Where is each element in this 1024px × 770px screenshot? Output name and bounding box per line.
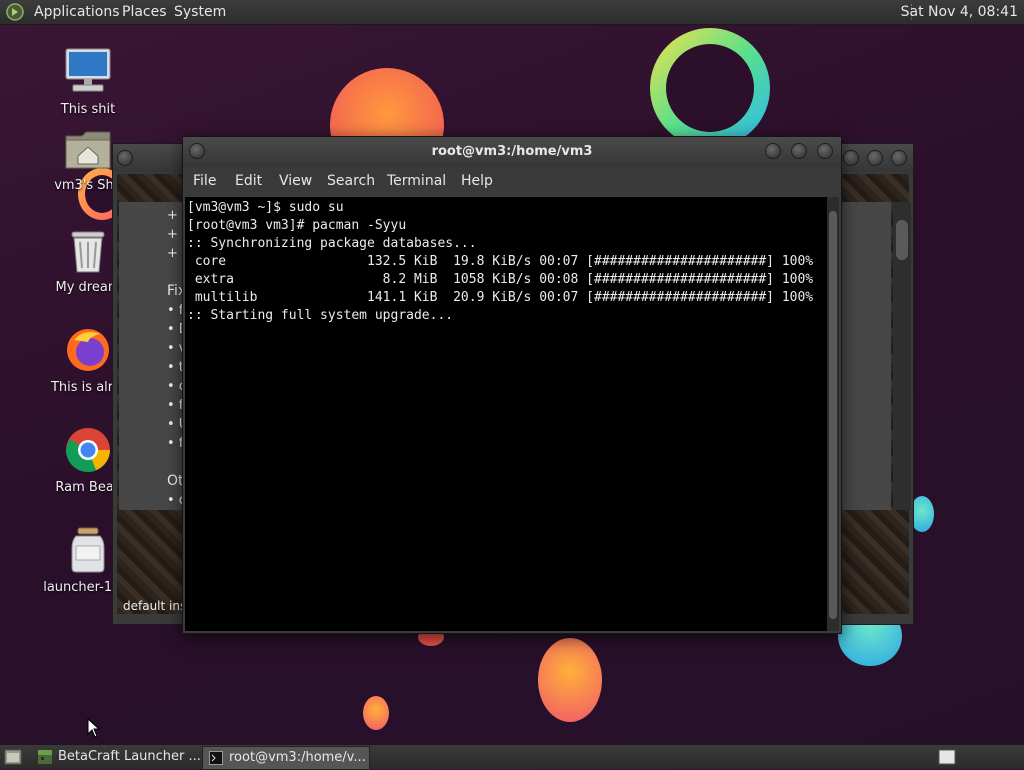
maximize-button[interactable] <box>791 143 807 159</box>
close-button[interactable] <box>817 143 833 159</box>
maximize-button[interactable] <box>867 150 883 166</box>
wallpaper-orange-oval <box>538 638 602 722</box>
firefox-icon <box>67 329 109 371</box>
computer-icon <box>65 48 111 92</box>
menu-applications[interactable]: Applications <box>34 4 120 20</box>
wallpaper-ring <box>650 28 770 148</box>
minimize-button[interactable] <box>765 143 781 159</box>
menu-search[interactable]: Search <box>327 173 375 189</box>
terminal-line: [root@vm3 vm3]# pacman -Syyu <box>187 218 407 233</box>
instance-label: default ins <box>123 599 187 613</box>
window-menu-button[interactable] <box>117 150 133 166</box>
bottom-panel: BetaCraft Launcher ... root@vm3:/home/v.… <box>0 744 1024 770</box>
scrollbar-thumb[interactable] <box>829 211 837 619</box>
jar-file-icon <box>71 527 105 573</box>
terminal-window[interactable]: root@vm3:/home/vm3 File Edit View Search… <box>182 136 842 634</box>
distro-logo-icon[interactable] <box>6 3 24 21</box>
menu-terminal[interactable]: Terminal <box>387 173 446 189</box>
menu-help[interactable]: Help <box>461 173 493 189</box>
desktop-icon-label: This shit <box>60 102 116 117</box>
taskbar-item-label: BetaCraft Launcher ... <box>58 749 201 764</box>
menu-places[interactable]: Places <box>122 4 167 20</box>
scrollbar-thumb[interactable] <box>896 220 908 260</box>
clock[interactable]: Sat Nov 4, 08:41 <box>901 4 1018 20</box>
workspace-switcher-icon[interactable] <box>938 749 956 765</box>
terminal-line: :: Synchronizing package databases... <box>187 236 477 251</box>
terminal-icon <box>209 751 223 765</box>
terminal-titlebar[interactable]: root@vm3:/home/vm3 <box>183 137 841 167</box>
window-menu-button[interactable] <box>189 143 205 159</box>
taskbar-item-terminal[interactable]: root@vm3:/home/v... <box>202 746 370 770</box>
wallpaper-small-oval <box>363 696 389 730</box>
terminal-line: core 132.5 KiB 19.8 KiB/s 00:07 [#######… <box>187 254 814 269</box>
menu-view[interactable]: View <box>279 173 312 189</box>
mouse-cursor-icon <box>87 718 101 738</box>
home-folder-icon <box>65 131 111 169</box>
desktop-icon-computer[interactable]: This shit <box>38 46 138 117</box>
close-button[interactable] <box>891 150 907 166</box>
menu-system[interactable]: System <box>174 4 226 20</box>
taskbar-item-label: root@vm3:/home/v... <box>229 750 366 765</box>
trash-icon <box>71 231 105 273</box>
taskbar-item-betacraft[interactable]: BetaCraft Launcher ... <box>32 746 224 768</box>
terminal-line: extra 8.2 MiB 1058 KiB/s 00:08 [########… <box>187 272 814 287</box>
terminal-line: multilib 141.1 KiB 20.9 KiB/s 00:07 [###… <box>187 290 814 305</box>
terminal-output[interactable]: [vm3@vm3 ~]$ sudo su [root@vm3 vm3]# pac… <box>185 197 827 631</box>
chrome-icon <box>66 428 110 472</box>
menu-file[interactable]: File <box>193 173 216 189</box>
top-panel: Applications Places System Sat Nov 4, 08… <box>0 0 1024 25</box>
show-desktop-icon[interactable] <box>4 749 22 765</box>
menu-edit[interactable]: Edit <box>235 173 262 189</box>
terminal-line: [vm3@vm3 ~]$ sudo su <box>187 200 344 215</box>
terminal-line: :: Starting full system upgrade... <box>187 308 454 323</box>
terminal-menubar: File Edit View Search Terminal Help <box>183 167 841 195</box>
window-title: root@vm3:/home/vm3 <box>431 144 593 159</box>
minimize-button[interactable] <box>843 150 859 166</box>
terminal-scrollbar[interactable] <box>827 197 839 631</box>
betacraft-icon <box>38 750 52 764</box>
changelog-scrollbar[interactable] <box>893 202 911 510</box>
